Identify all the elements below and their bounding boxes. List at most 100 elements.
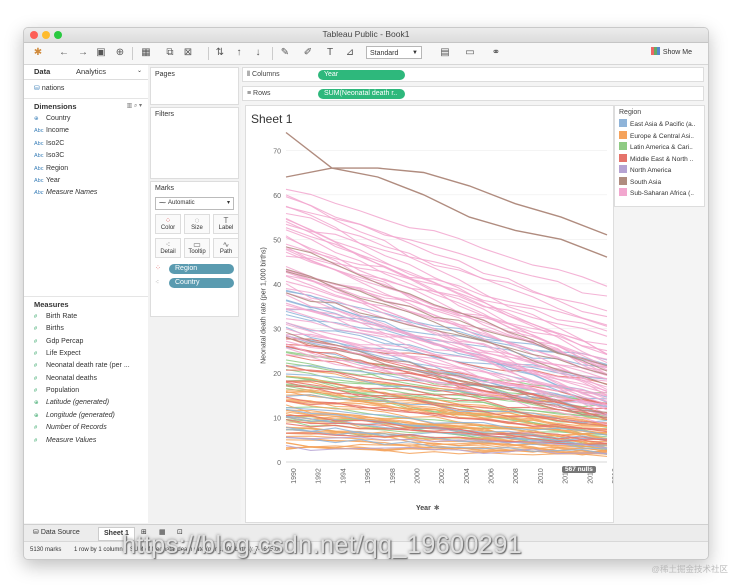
dimensions-list: ⊕ Country Abc Income Abc Iso2C Abc Iso3C Abc Regi… — [24, 113, 148, 200]
legend-item[interactable]: North America — [615, 165, 704, 177]
tab-analytics[interactable]: Analytics — [76, 67, 106, 76]
field-name: Latitude (generated) — [46, 399, 110, 407]
watermark-community: @稀土掘金技术社区 — [651, 564, 728, 574]
measure-field[interactable]: # Population — [24, 385, 148, 397]
sort-ascending-icon[interactable]: ↑ — [233, 47, 245, 59]
columns-shelf[interactable]: ⦀ Columns Year — [242, 67, 704, 82]
fit-select[interactable]: Standard ▼ — [366, 46, 422, 59]
measure-field[interactable]: ⊕ Longitude (generated) — [24, 410, 148, 422]
size-label: Size — [191, 225, 203, 231]
status-dims: 1 row by 1 column — [74, 547, 123, 553]
nulls-indicator[interactable]: 567 nulls — [562, 466, 596, 473]
save-icon[interactable]: ▣ — [95, 47, 107, 59]
measure-field[interactable]: ⊕ Latitude (generated) — [24, 397, 148, 409]
field-name: Neonatal deaths — [46, 374, 97, 382]
globe-icon: ⊕ — [34, 400, 39, 407]
line-chart[interactable]: 0 10 20 30 40 50 60 70 1990 1992 1994 1996 1998 2000 2… — [246, 106, 613, 522]
size-button[interactable]: ◌ Size — [184, 214, 210, 234]
measure-field[interactable]: # Births — [24, 323, 148, 335]
field-name: Neonatal death rate (per ... — [46, 362, 130, 370]
dimension-field[interactable]: Abc Income — [24, 125, 148, 137]
legend-item[interactable]: East Asia & Pacific (a.. — [615, 119, 704, 131]
fix-axes-icon[interactable]: ⊿ — [344, 47, 356, 59]
detail-button[interactable]: ⁖ Detail — [155, 238, 181, 258]
data-source-item[interactable]: ⛁ nations — [24, 80, 148, 98]
dimension-field[interactable]: Abc Region — [24, 163, 148, 175]
measure-field[interactable]: # Birth Rate — [24, 311, 148, 323]
show-me-button[interactable]: Show Me — [650, 47, 692, 56]
path-button[interactable]: ∿ Path — [213, 238, 239, 258]
watermark-url: https://blog.csdn.net/qq_19600291 — [122, 531, 523, 559]
x-tick-label: 2002 — [439, 468, 446, 484]
x-axis-label-text: Year — [416, 505, 431, 512]
undo-icon[interactable]: ← — [58, 47, 70, 59]
pages-card[interactable]: Pages — [150, 67, 239, 105]
number-type-icon: # — [34, 437, 38, 444]
dimension-field[interactable]: ⊕ Country — [24, 113, 148, 125]
x-tick-label: 2008 — [513, 468, 520, 484]
legend-item[interactable]: Sub-Saharan Africa (.. — [615, 188, 704, 200]
y-tick-label: 50 — [273, 237, 281, 244]
new-datasource-icon[interactable]: ⊕ — [114, 47, 126, 59]
columns-label-text: Columns — [252, 71, 280, 78]
dimension-field[interactable]: Abc Year — [24, 175, 148, 187]
country-pill[interactable]: Country — [169, 278, 234, 288]
clear-sheet-icon[interactable]: ⊠ — [182, 47, 194, 59]
marks-pill-region[interactable]: ⁘ Region — [155, 262, 234, 276]
field-name: Gdp Percap — [46, 337, 84, 345]
tab-data-source[interactable]: ⛁ Data Source — [28, 527, 85, 539]
color-button[interactable]: ⁘ Color — [155, 214, 181, 234]
show-me-icon — [650, 47, 660, 55]
legend-item[interactable]: Middle East & North .. — [615, 153, 704, 166]
label-icon[interactable]: T — [324, 47, 336, 59]
tooltip-button[interactable]: ▭ Tooltip — [184, 238, 210, 258]
measure-field[interactable]: # Life Expect — [24, 348, 148, 360]
sort-descending-icon[interactable]: ↓ — [252, 47, 264, 59]
label-button[interactable]: T Label — [213, 214, 239, 234]
field-name: Iso2C — [46, 139, 65, 147]
label-icon: T — [223, 216, 229, 225]
dimension-field[interactable]: Abc Iso2C — [24, 138, 148, 150]
tab-data[interactable]: Data — [34, 67, 50, 76]
x-tick-label: 2016 — [612, 468, 613, 484]
measure-field[interactable]: # Number of Records — [24, 422, 148, 434]
swap-icon[interactable]: ⇅ — [214, 47, 226, 59]
rows-shelf[interactable]: ≡ Rows SUM(Neonatal death r.. — [242, 86, 704, 101]
filters-card[interactable]: Filters — [150, 107, 239, 179]
dimension-field[interactable]: Abc Measure Names — [24, 187, 148, 199]
marks-pill-country[interactable]: ⁖ Country — [155, 276, 234, 290]
search-icon[interactable]: ▥ ⌕ ▾ — [127, 102, 142, 110]
share-icon[interactable]: ⚭ — [490, 47, 502, 59]
marks-card: Marks ⁓ Automatic ▾ ⁘ Color ◌ Size T Label … — [150, 181, 239, 317]
group-icon[interactable]: ✐ — [302, 47, 314, 59]
measure-field[interactable]: # Gdp Percap — [24, 336, 148, 348]
mark-type-select[interactable]: ⁓ Automatic ▾ — [155, 197, 234, 210]
year-pill[interactable]: Year — [318, 70, 405, 80]
field-name: Measure Values — [46, 436, 97, 444]
tableau-logo-icon[interactable]: ✱ — [32, 47, 44, 59]
pane-menu-icon[interactable]: ⌄ — [137, 67, 142, 74]
legend-item[interactable]: Europe & Central Asi.. — [615, 130, 704, 143]
legend-label: East Asia & Pacific (a.. — [630, 121, 696, 128]
measure-field[interactable]: # Neonatal death rate (per ... — [24, 360, 148, 372]
highlight-icon[interactable]: ✎ — [279, 47, 291, 59]
duplicate-sheet-icon[interactable]: ⧉ — [164, 47, 176, 59]
legend-item[interactable]: South Asia — [615, 176, 704, 189]
dimension-field[interactable]: Abc Iso3C — [24, 150, 148, 162]
sheet-view: Sheet 1 Neonatal death rate (per 1,000 b… — [245, 105, 614, 523]
measure-field[interactable]: # Neonatal deaths — [24, 373, 148, 385]
new-sheet-icon[interactable]: ▦ — [140, 47, 152, 59]
measure-field[interactable]: # Measure Values — [24, 435, 148, 447]
region-pill[interactable]: Region — [169, 264, 234, 274]
tooltip-label: Tooltip — [188, 249, 206, 255]
redo-icon[interactable]: → — [77, 47, 89, 59]
marks-buttons: ⁘ Color ◌ Size T Label ⁖ Detail ▭ Tooltip ∿ Pa… — [155, 214, 239, 258]
legend-item[interactable]: Latin America & Cari.. — [615, 142, 704, 154]
field-name: Income — [46, 127, 69, 135]
neonatal-pill[interactable]: SUM(Neonatal death r.. — [318, 89, 405, 99]
show-cards-icon[interactable]: ▤ — [439, 47, 451, 59]
y-tick-label: 70 — [273, 148, 281, 155]
presentation-icon[interactable]: ▭ — [464, 47, 476, 59]
country-line — [285, 188, 608, 287]
field-name: Year — [46, 176, 61, 184]
